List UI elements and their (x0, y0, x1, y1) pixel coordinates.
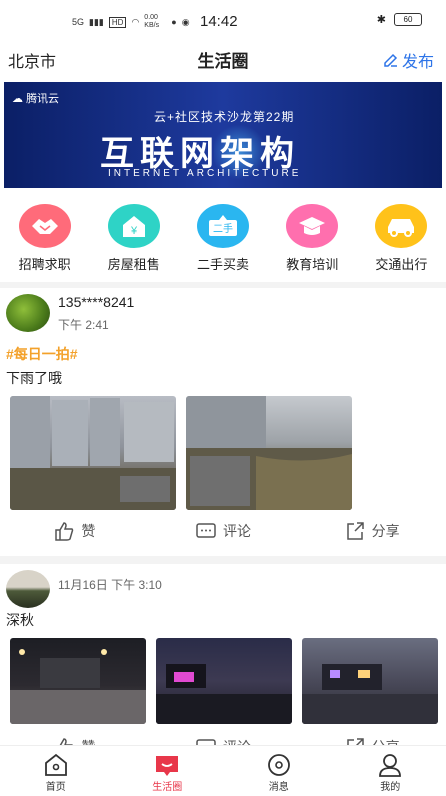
svg-text:二手: 二手 (213, 222, 233, 235)
tab-life-circle[interactable]: 生活圈 (112, 746, 224, 796)
banner-subtitle: 云+社区技术沙龙第22期 (154, 110, 295, 124)
avatar[interactable] (6, 294, 50, 332)
category-education-label: 教育培训 (286, 257, 339, 272)
house-icon: ¥ (122, 216, 145, 237)
post-time: 11月16日 下午 3:10 (58, 578, 162, 592)
category-jobs[interactable]: 招聘求职 (0, 204, 89, 274)
category-grid: 招聘求职 ¥ 房屋租售 二手 二手买卖 教育培训 交通出行 (0, 204, 446, 274)
comment-button[interactable]: 评论 (149, 520, 298, 542)
night-gate-scene (10, 649, 146, 724)
night-building-scene (302, 664, 438, 724)
post-photo[interactable] (302, 638, 438, 724)
category-education-circle (286, 204, 339, 248)
share-label: 分享 (371, 523, 400, 539)
home-icon (44, 753, 67, 776)
like-label: 赞 (81, 523, 96, 539)
post-photo[interactable] (10, 638, 146, 724)
comment-icon (196, 523, 216, 538)
graduation-cap-icon (299, 217, 326, 235)
life-circle-icon (156, 756, 179, 776)
chat-icon: ◉ (181, 16, 190, 27)
banner-brand-label: 腾讯云 (26, 93, 60, 105)
category-housing-circle: ¥ (107, 204, 160, 248)
post-time: 下午 2:41 (58, 318, 109, 332)
category-transport[interactable]: 交通出行 (357, 204, 446, 274)
handshake-icon (31, 219, 58, 234)
category-secondhand-circle: 二手 (197, 204, 249, 248)
tab-home[interactable]: 首页 (0, 746, 112, 796)
post-actions: 赞 评论 分享 (0, 520, 446, 542)
banner-title-en: INTERNET ARCHITECTURE (108, 168, 302, 179)
publish-label: 发布 (401, 54, 434, 71)
category-secondhand[interactable]: 二手 二手买卖 (178, 204, 267, 274)
messenger-icon: ● (171, 17, 177, 27)
status-right: ✱ 60 (377, 13, 422, 26)
top-header: 北京市 生活圈 发布 (0, 42, 446, 74)
hd-label: HD (108, 16, 127, 28)
promo-banner[interactable]: ☁ 腾讯云 云+社区技术沙龙第22期 互联网架构 INTERNET ARCHIT… (4, 82, 442, 188)
category-housing[interactable]: ¥ 房屋租售 (89, 204, 178, 274)
message-icon (267, 754, 290, 776)
share-button[interactable]: 分享 (297, 520, 446, 542)
post-topic-tag[interactable]: #每日一拍# (6, 344, 78, 364)
banner-brand: ☁ 腾讯云 (12, 93, 60, 105)
wifi-icon: ◠ (131, 16, 140, 27)
category-jobs-circle (18, 204, 71, 248)
bluetooth-icon: ✱ (376, 14, 386, 26)
post-username[interactable]: 135****8241 (58, 294, 134, 310)
night-street-scene (156, 664, 292, 724)
post-divider (0, 556, 446, 564)
post-photo[interactable] (156, 638, 292, 724)
tab-messages[interactable]: 消息 (223, 746, 335, 796)
comment-label: 评论 (223, 523, 251, 539)
post-text: 下雨了哦 (6, 370, 62, 386)
post-photo[interactable] (10, 396, 176, 510)
avatar[interactable] (6, 570, 50, 608)
tab-messages-label: 消息 (268, 782, 289, 793)
signal-icon: ▮▮▮ (89, 16, 104, 27)
bottom-tab-bar: 首页 生活圈 消息 我的 (0, 745, 446, 796)
building-silhouette (10, 396, 176, 510)
post-photo[interactable] (186, 396, 352, 510)
tab-life-circle-label: 生活圈 (152, 782, 183, 793)
edit-icon (384, 53, 398, 67)
tab-profile-label: 我的 (380, 782, 401, 793)
publish-button[interactable]: 发布 (383, 48, 434, 72)
tab-home-label: 首页 (45, 782, 66, 793)
post-text: 深秋 (6, 612, 34, 628)
category-transport-label: 交通出行 (375, 257, 428, 272)
category-secondhand-label: 二手买卖 (197, 257, 250, 272)
section-divider (0, 282, 446, 288)
category-jobs-label: 招聘求职 (18, 257, 71, 272)
speed-label: 0.00 KB/s (144, 14, 160, 29)
status-time: 14:42 (200, 13, 238, 30)
thumbs-up-icon (55, 522, 74, 541)
tab-profile[interactable]: 我的 (335, 746, 446, 796)
category-education[interactable]: 教育培训 (268, 204, 357, 274)
secondhand-icon: 二手 (209, 215, 237, 236)
svg-text:¥: ¥ (130, 225, 138, 237)
status-left: 5G ▮▮▮ HD ◠ 0.00 KB/s ● ◉ (72, 14, 190, 30)
share-icon (346, 522, 364, 540)
street-scene (186, 396, 352, 510)
battery-icon: 60 (394, 13, 422, 26)
car-icon (388, 219, 415, 237)
page-title: 生活圈 (197, 52, 249, 71)
profile-icon (379, 754, 402, 777)
category-transport-circle (375, 204, 428, 248)
network-label: 5G (72, 17, 85, 27)
status-bar: 5G ▮▮▮ HD ◠ 0.00 KB/s ● ◉ 14:42 ✱ 60 (0, 0, 446, 40)
like-button[interactable]: 赞 (0, 520, 149, 542)
category-housing-label: 房屋租售 (107, 257, 160, 272)
